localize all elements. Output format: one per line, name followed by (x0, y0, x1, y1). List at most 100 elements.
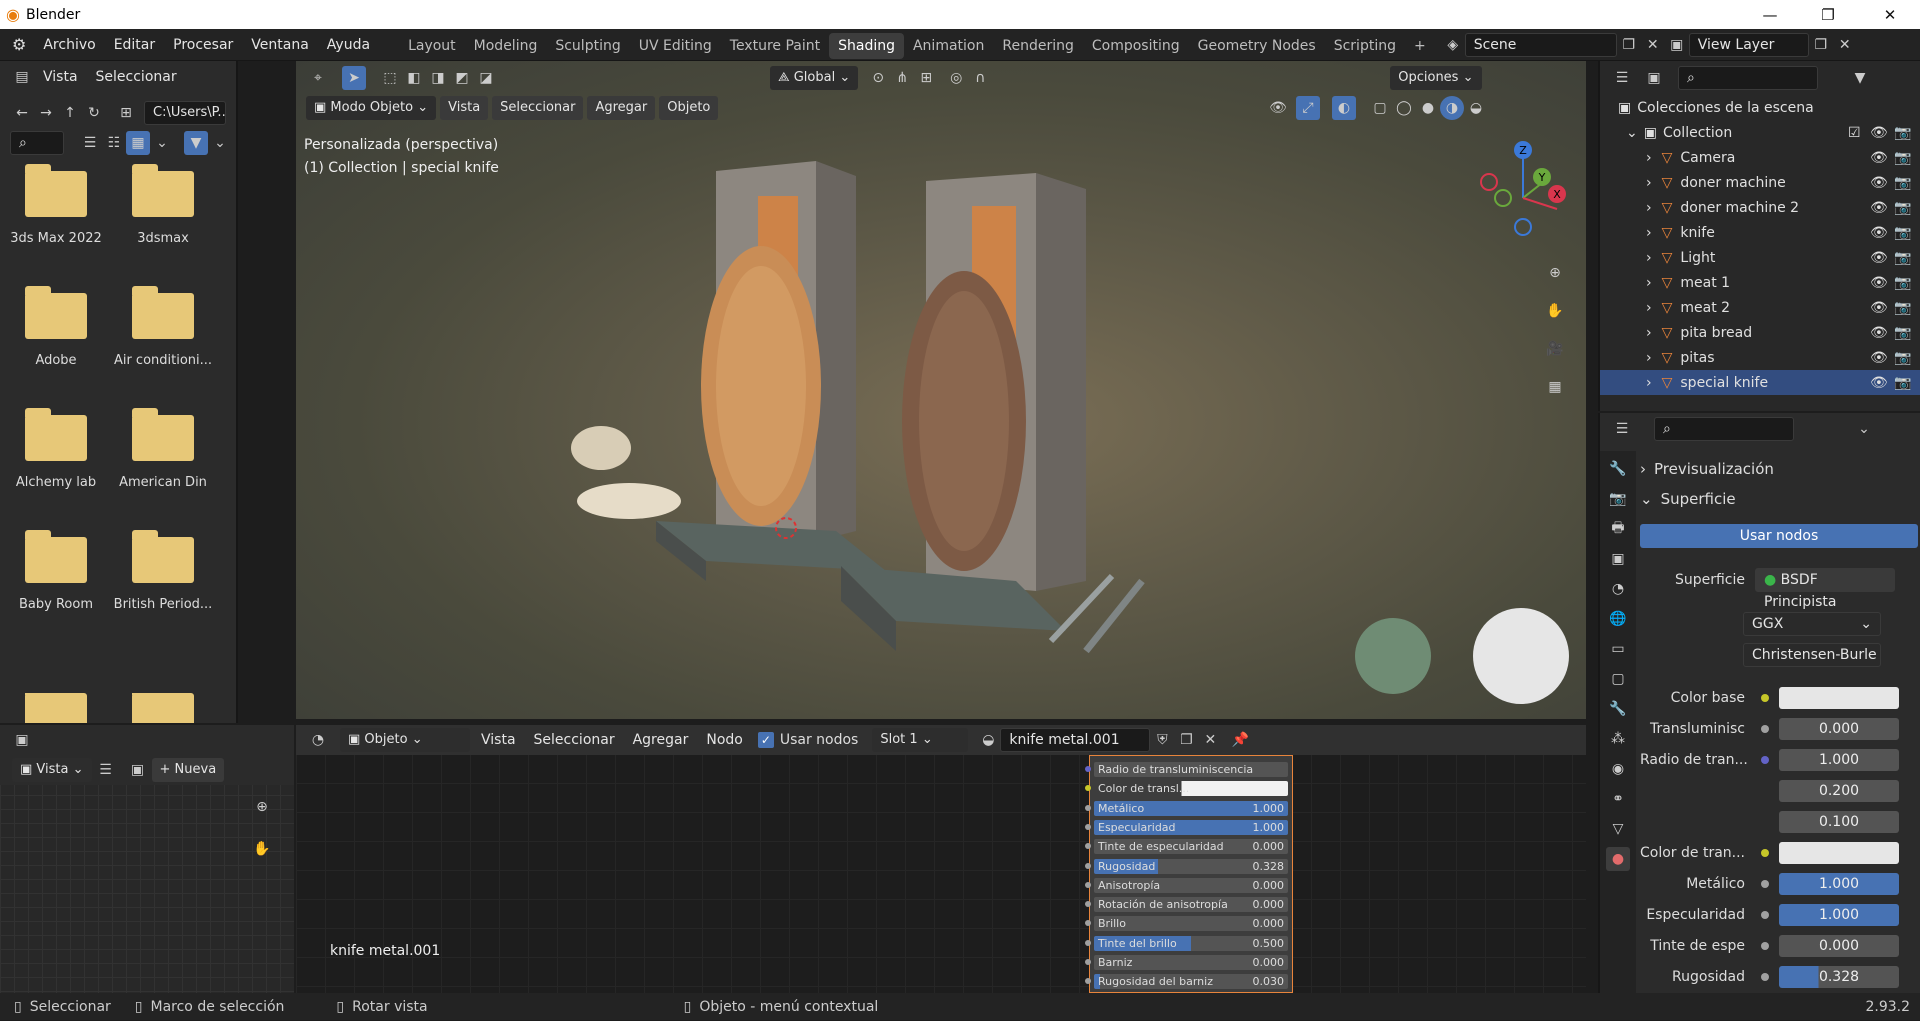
snap-icon[interactable]: ⋔ (890, 66, 914, 90)
path-field[interactable]: C:\Users\P... (144, 101, 226, 125)
eye-icon[interactable]: 👁 (1870, 375, 1888, 391)
render-tab-icon[interactable]: 📷 (1606, 487, 1630, 511)
property-value-field[interactable]: 0.100 (1779, 811, 1899, 833)
expand-icon[interactable]: › (1646, 325, 1652, 341)
scene-tab-icon[interactable]: ◔ (1606, 577, 1630, 601)
delete-scene-icon[interactable]: ✕ (1641, 33, 1665, 57)
folder-item[interactable]: American Din (113, 408, 213, 490)
image-zoom-icon[interactable]: ⊕ (250, 795, 274, 819)
node-socket-row[interactable]: Radio de transluminiscencia (1085, 762, 1288, 777)
shader-type-dropdown[interactable]: ▣ Objeto ⌄ (340, 728, 470, 752)
outliner-item[interactable]: › ▽ meat 1 👁 📷 (1600, 270, 1920, 295)
add-workspace-button[interactable]: + (1405, 33, 1435, 59)
forward-icon[interactable]: → (34, 101, 58, 125)
property-value-field[interactable]: 0.200 (1779, 780, 1899, 802)
pan-hand-icon[interactable]: ✋ (1543, 299, 1567, 323)
node-socket-row[interactable]: Metálico 1.000 (1085, 800, 1288, 816)
tab-scripting[interactable]: Scripting (1325, 33, 1405, 59)
blender-menu-icon[interactable]: ⚙ (12, 35, 26, 54)
eye-icon[interactable]: 👁 (1870, 350, 1888, 366)
expand-icon[interactable]: › (1646, 350, 1652, 366)
render-camera-icon[interactable]: 📷 (1894, 350, 1911, 366)
folder-item[interactable]: British Period... (113, 530, 213, 612)
tab-sculpting[interactable]: Sculpting (546, 33, 629, 59)
property-value-field[interactable] (1779, 687, 1899, 709)
property-value-field[interactable]: 1.000 (1779, 749, 1899, 771)
eye-icon[interactable]: 👁 (1870, 175, 1888, 191)
socket-dot-icon[interactable] (1761, 756, 1769, 764)
outliner-item[interactable]: › ▽ meat 2 👁 📷 (1600, 295, 1920, 320)
render-camera-icon[interactable]: 📷 (1894, 300, 1911, 316)
falloff-icon[interactable]: ∩ (968, 66, 992, 90)
camera-view-icon[interactable]: 🎥 (1543, 337, 1567, 361)
ortho-toggle-icon[interactable]: ▦ (1543, 375, 1567, 399)
slot-dropdown[interactable]: Slot 1 ⌄ (872, 728, 969, 752)
tab-layout[interactable]: Layout (399, 33, 465, 59)
new-scene-icon[interactable]: ❐ (1617, 33, 1641, 57)
horizontal-list-icon[interactable]: ☷ (102, 131, 126, 155)
node-socket-row[interactable]: Rugosidad 0.328 (1085, 858, 1288, 874)
physics-tab-icon[interactable]: ◉ (1606, 757, 1630, 781)
folder-item[interactable]: Adobe (6, 286, 106, 368)
eye-icon[interactable]: 👁 (1870, 250, 1888, 266)
pin-icon[interactable]: 📌 (1228, 728, 1252, 752)
tab-modeling[interactable]: Modeling (465, 33, 547, 59)
render-camera-icon[interactable]: 📷 (1894, 375, 1911, 391)
view-layer-icon[interactable]: ▣ (1665, 33, 1689, 57)
outliner-item[interactable]: › ▽ Camera 👁 📷 (1600, 145, 1920, 170)
maximize-button[interactable]: ❐ (1800, 0, 1856, 29)
eye-icon[interactable]: 👁 (1870, 225, 1888, 241)
use-nodes-checkbox[interactable]: ✓ Usar nodos (757, 732, 858, 748)
new-view-layer-icon[interactable]: ❐ (1809, 33, 1833, 57)
property-value-field[interactable]: 0.000 (1779, 718, 1899, 740)
world-tab-icon[interactable]: 🌐 (1606, 607, 1630, 631)
socket-dot-icon[interactable] (1085, 823, 1091, 830)
material-tab-icon[interactable]: ● (1606, 847, 1630, 871)
folder-item[interactable]: Air conditioni... (113, 286, 213, 368)
image-menu-icon[interactable]: ☰ (94, 758, 118, 782)
tab-texture-paint[interactable]: Texture Paint (721, 33, 829, 59)
select-cursor-icon[interactable]: ➤ (342, 66, 366, 90)
outliner-item[interactable]: › ▽ pitas 👁 📷 (1600, 345, 1920, 370)
3d-viewport[interactable]: ▣ Modo Objeto ⌄ Vista Seleccionar Agrega… (296, 61, 1586, 719)
distribution-dropdown[interactable]: GGX ⌄ (1743, 612, 1881, 636)
scene-icon[interactable]: ◈ (1441, 33, 1465, 57)
socket-dot-icon[interactable] (1085, 939, 1091, 946)
folder-item[interactable]: Baby Room (6, 530, 106, 612)
menu-ayuda[interactable]: Ayuda (318, 29, 379, 61)
outliner-item[interactable]: › ▽ Light 👁 📷 (1600, 245, 1920, 270)
properties-dropdown-icon[interactable]: ⌄ (1852, 417, 1876, 441)
property-value-field[interactable]: 1.000 (1779, 904, 1899, 926)
render-camera-icon[interactable]: 📷 (1894, 150, 1911, 166)
socket-dot-icon[interactable] (1085, 862, 1091, 869)
new-image-button[interactable]: + Nueva (151, 758, 225, 782)
object-tab-icon[interactable]: ▢ (1606, 667, 1630, 691)
material-browse-icon[interactable]: ◒ (976, 728, 1000, 752)
tool-tab-icon[interactable]: 🔧 (1606, 457, 1630, 481)
filter-icon[interactable]: ▼ (184, 131, 208, 155)
display-mode-icon[interactable]: ▣ (1642, 66, 1666, 90)
folder-item[interactable]: 3dsmax (113, 164, 213, 246)
socket-dot-icon[interactable] (1761, 725, 1769, 733)
output-tab-icon[interactable]: 🖶 (1606, 517, 1630, 541)
select-invert-icon[interactable]: ◩ (450, 66, 474, 90)
view-layer-tab-icon[interactable]: ▣ (1606, 547, 1630, 571)
outliner-item[interactable]: › ▽ knife 👁 📷 (1600, 220, 1920, 245)
properties-editor-icon[interactable]: ☰ (1610, 417, 1634, 441)
close-button[interactable]: ✕ (1862, 0, 1918, 29)
image-browse-icon[interactable]: ▣ (126, 758, 150, 782)
panel-surface[interactable]: ⌄ Superficie (1640, 486, 1920, 512)
folder-item[interactable] (6, 693, 106, 723)
folder-item[interactable]: 3ds Max 2022 (6, 164, 106, 246)
render-camera-icon[interactable]: 📷 (1894, 225, 1911, 241)
use-nodes-button[interactable]: Usar nodos (1640, 524, 1918, 548)
folder-item[interactable] (113, 693, 213, 723)
socket-dot-icon[interactable] (1761, 911, 1769, 919)
outliner-item[interactable]: › ▽ doner machine 2 👁 📷 (1600, 195, 1920, 220)
navigation-gizmo[interactable]: Z Y X (1480, 141, 1566, 236)
tab-rendering[interactable]: Rendering (993, 33, 1083, 59)
expand-icon[interactable]: › (1646, 375, 1652, 391)
tab-compositing[interactable]: Compositing (1083, 33, 1189, 59)
image-view-dropdown[interactable]: ▣ Vista ⌄ (12, 758, 92, 782)
snap-target-icon[interactable]: ⊞ (914, 66, 938, 90)
